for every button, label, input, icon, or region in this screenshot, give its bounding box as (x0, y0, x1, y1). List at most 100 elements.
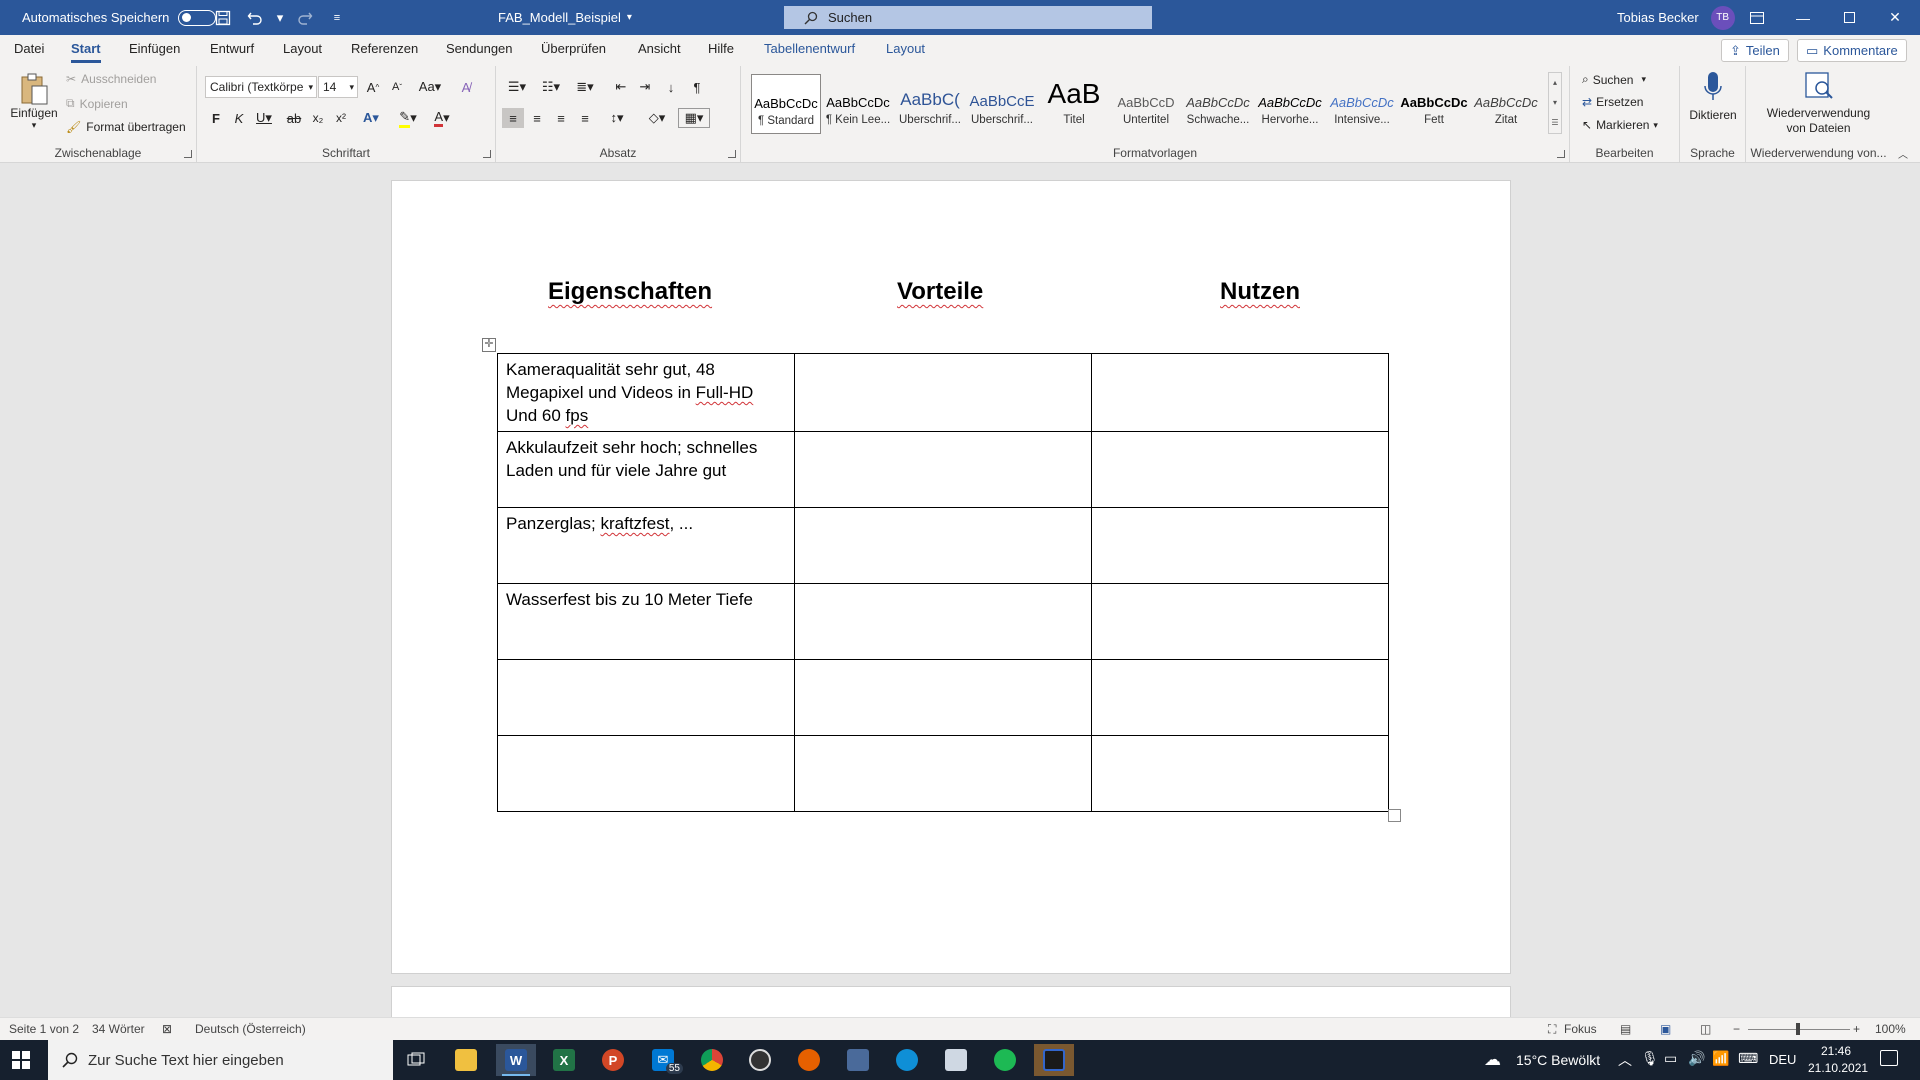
table-cell[interactable] (497, 735, 795, 812)
tab-start[interactable]: Start (71, 41, 101, 63)
tab-einfuegen[interactable]: Einfügen (129, 41, 180, 56)
mail-app-icon[interactable]: ✉ 55 (643, 1044, 683, 1076)
table-resize-handle[interactable] (1388, 809, 1401, 822)
style-11[interactable]: AaBbCcDc Zitat (1471, 74, 1541, 134)
autosave-toggle[interactable] (178, 9, 217, 26)
print-layout-icon[interactable]: ▣ (1660, 1022, 1671, 1036)
undo-dropdown-icon[interactable]: ▾ (276, 7, 284, 29)
save-icon[interactable] (212, 7, 234, 29)
excel-app-icon[interactable]: X (544, 1044, 584, 1076)
table-cell[interactable] (794, 353, 1092, 432)
focus-mode[interactable]: Fokus (1564, 1022, 1597, 1036)
zoom-slider[interactable] (1748, 1023, 1850, 1035)
microphone-icon[interactable]: 🎙 (1641, 1050, 1659, 1067)
style-8[interactable]: AaBbCcDc Hervorhe... (1255, 74, 1325, 134)
tab-layout[interactable]: Layout (283, 41, 322, 56)
table-cell[interactable] (794, 431, 1092, 508)
increase-indent-icon[interactable]: ⇥ (634, 77, 656, 97)
document-canvas[interactable]: Eigenschaften Vorteile Nutzen ✛ Kameraqu… (0, 163, 1920, 1017)
styles-scroll[interactable]: ▴ ▾ ☰ (1548, 72, 1562, 134)
table-cell[interactable] (794, 735, 1092, 812)
file-explorer-icon[interactable] (446, 1044, 486, 1076)
copy-button[interactable]: ⧉ Kopieren (66, 96, 128, 111)
table-cell[interactable]: Wasserfest bis zu 10 Meter Tiefe (497, 583, 795, 660)
web-layout-icon[interactable]: ◫ (1700, 1022, 1711, 1036)
volume-icon[interactable]: 🔊 (1688, 1050, 1705, 1067)
table-cell[interactable] (794, 659, 1092, 736)
heading-nutzen[interactable]: Nutzen (1220, 278, 1300, 306)
text-effects-icon[interactable]: A▾ (357, 108, 385, 128)
edge-app-icon[interactable] (887, 1044, 927, 1076)
read-mode-icon[interactable]: ▤ (1620, 1022, 1631, 1036)
avatar[interactable]: TB (1710, 5, 1735, 30)
underline-icon[interactable]: U▾ (251, 108, 277, 128)
word-app-icon[interactable]: W (496, 1044, 536, 1076)
superscript-icon[interactable]: x² (330, 108, 352, 128)
comments-button[interactable]: ▭ Kommentare (1797, 39, 1907, 62)
battery-icon[interactable]: ▭ (1664, 1050, 1677, 1067)
keyboard-icon[interactable]: ⌨ (1738, 1050, 1758, 1067)
tab-ansicht[interactable]: Ansicht (638, 41, 681, 56)
font-name-select[interactable]: Calibri (Textkörpe ▾ (205, 76, 317, 98)
document-title[interactable]: FAB_Modell_Beispiel (498, 10, 621, 25)
align-left-icon[interactable]: ≡ (502, 108, 524, 128)
subscript-icon[interactable]: x₂ (307, 108, 329, 128)
tab-hilfe[interactable]: Hilfe (708, 41, 734, 56)
proofing-icon[interactable]: ⊠ (162, 1022, 172, 1036)
weather[interactable]: 15°C Bewölkt (1516, 1052, 1600, 1068)
dialog-launcher-icon[interactable] (483, 150, 491, 158)
align-center-icon[interactable]: ≡ (526, 108, 548, 128)
multilevel-list-icon[interactable]: ≣▾ (570, 77, 600, 97)
justify-icon[interactable]: ≡ (574, 108, 596, 128)
style-10[interactable]: AaBbCcDc Fett (1399, 74, 1469, 134)
strikethrough-icon[interactable]: ab (283, 108, 305, 128)
font-color-icon[interactable]: A ▾ (427, 108, 457, 128)
zoom-slider-thumb[interactable] (1796, 1023, 1800, 1035)
maximize-icon[interactable] (1826, 0, 1872, 35)
heading-eigenschaften[interactable]: Eigenschaften (548, 278, 712, 306)
borders-icon[interactable]: ▦▾ (678, 108, 710, 128)
dialog-launcher-icon[interactable] (728, 150, 736, 158)
language-indicator[interactable]: Deutsch (Österreich) (195, 1022, 306, 1036)
zoom-out-icon[interactable]: − (1733, 1022, 1740, 1036)
table-cell[interactable]: Panzerglas; kraftzfest, ... (497, 507, 795, 584)
dictate-button[interactable]: Diktieren (1686, 70, 1740, 122)
style-9[interactable]: AaBbCcDc Intensive... (1327, 74, 1397, 134)
table-cell[interactable]: Kameraqualität sehr gut, 48 Megapixel un… (497, 353, 795, 432)
zoom-in-icon[interactable]: + (1853, 1022, 1860, 1036)
chevron-down-icon[interactable]: ▾ (627, 12, 632, 23)
sort-icon[interactable]: ↓ (660, 77, 682, 97)
table-move-handle[interactable]: ✛ (482, 338, 496, 352)
obs-app-icon[interactable] (740, 1044, 780, 1076)
app-icon[interactable] (1034, 1044, 1074, 1076)
dialog-launcher-icon[interactable] (1557, 150, 1565, 158)
page-count[interactable]: Seite 1 von 2 (9, 1022, 79, 1036)
table-cell[interactable] (1091, 507, 1389, 584)
style-1[interactable]: AaBbCcDc ¶ Standard (751, 74, 821, 134)
cloud-icon[interactable]: ☁ (1484, 1050, 1501, 1070)
style-6[interactable]: AaBbCcD Untertitel (1111, 74, 1181, 134)
tab-ueberpruefen[interactable]: Überprüfen (541, 41, 606, 56)
line-spacing-icon[interactable]: ↕▾ (602, 108, 632, 128)
italic-icon[interactable]: K (228, 108, 250, 128)
decrease-indent-icon[interactable]: ⇤ (610, 77, 632, 97)
firefox-app-icon[interactable] (789, 1044, 829, 1076)
task-view-icon[interactable] (396, 1044, 436, 1076)
style-3[interactable]: AaBbC(Überschrif... (895, 74, 965, 134)
ribbon-display-options-icon[interactable] (1734, 0, 1780, 35)
table-cell[interactable] (794, 507, 1092, 584)
change-case-icon[interactable]: Aa▾ (415, 77, 445, 97)
select-button[interactable]: ↖ Markieren ▾ (1582, 118, 1658, 132)
clock-date[interactable]: 21.10.2021 (1808, 1061, 1868, 1075)
style-7[interactable]: AaBbCcDc Schwache... (1183, 74, 1253, 134)
bullets-icon[interactable]: ☰▾ (502, 77, 532, 97)
input-language[interactable]: DEU (1769, 1052, 1796, 1067)
style-2[interactable]: AaBbCcDc ¶ Kein Lee... (823, 74, 893, 134)
close-icon[interactable]: ✕ (1872, 0, 1918, 35)
paste-button[interactable]: Einfügen ▾ (8, 70, 60, 140)
format-painter-button[interactable]: 🖌 Format übertragen (66, 120, 186, 134)
heading-vorteile[interactable]: Vorteile (897, 278, 983, 306)
font-size-select[interactable]: 14 ▾ (318, 76, 358, 98)
clear-formatting-icon[interactable]: A̸ (455, 77, 477, 97)
search-box[interactable]: Suchen (784, 6, 1152, 29)
